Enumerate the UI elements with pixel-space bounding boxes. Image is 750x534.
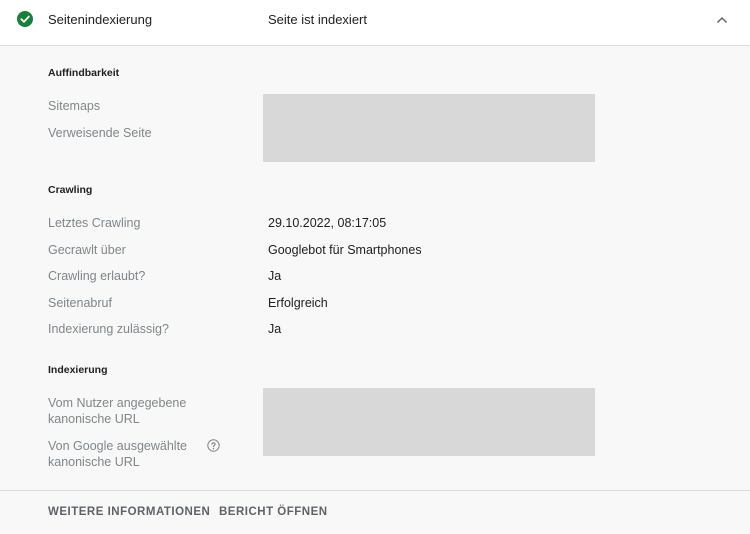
card-footer: WEITERE INFORMATIONEN BERICHT ÖFFNEN: [0, 490, 750, 534]
crawled-as-value: Googlebot für Smartphones: [268, 243, 422, 257]
google-canonical-label-line1: Von Google ausgewählte: [48, 439, 187, 453]
page-fetch-value: Erfolgreich: [268, 296, 328, 310]
referring-page-label: Verweisende Seite: [48, 126, 152, 140]
section-header-title: Seitenindexierung: [48, 12, 153, 27]
crawled-as-label: Gecrawlt über: [48, 243, 126, 257]
help-circle-icon[interactable]: [207, 439, 220, 452]
page-fetch-label: Seitenabruf: [48, 296, 112, 310]
last-crawl-value: 29.10.2022, 08:17:05: [268, 216, 387, 230]
open-report-button[interactable]: BERICHT ÖFFNEN: [219, 506, 328, 518]
crawl-allowed-value: Ja: [268, 269, 282, 283]
google-canonical-label: Von Google ausgewählte kanonische URL: [48, 438, 187, 470]
page-indexing-header[interactable]: Seitenindexierung Seite ist indexiert: [0, 0, 750, 46]
redacted-block: [263, 388, 595, 456]
chevron-up-icon[interactable]: [715, 13, 729, 27]
redacted-block: [263, 94, 595, 162]
index-status-text: Seite ist indexiert: [268, 12, 367, 27]
indexing-allowed-label: Indexierung zulässig?: [48, 322, 169, 336]
more-info-button[interactable]: WEITERE INFORMATIONEN: [48, 506, 210, 518]
user-canonical-label-line2: kanonische URL: [48, 412, 140, 426]
check-circle-icon: [17, 11, 33, 27]
indexing-section-title: Indexierung: [48, 364, 108, 376]
discoverability-section-title: Auffindbarkeit: [48, 67, 120, 79]
user-canonical-label-line1: Vom Nutzer angegebene: [48, 396, 187, 410]
last-crawl-label: Letztes Crawling: [48, 216, 141, 230]
crawl-allowed-label: Crawling erlaubt?: [48, 269, 146, 283]
crawling-section-title: Crawling: [48, 184, 93, 196]
user-canonical-label: Vom Nutzer angegebene kanonische URL: [48, 395, 186, 427]
indexing-allowed-value: Ja: [268, 322, 282, 336]
sitemaps-label: Sitemaps: [48, 99, 101, 113]
google-canonical-label-line2: kanonische URL: [48, 455, 140, 469]
